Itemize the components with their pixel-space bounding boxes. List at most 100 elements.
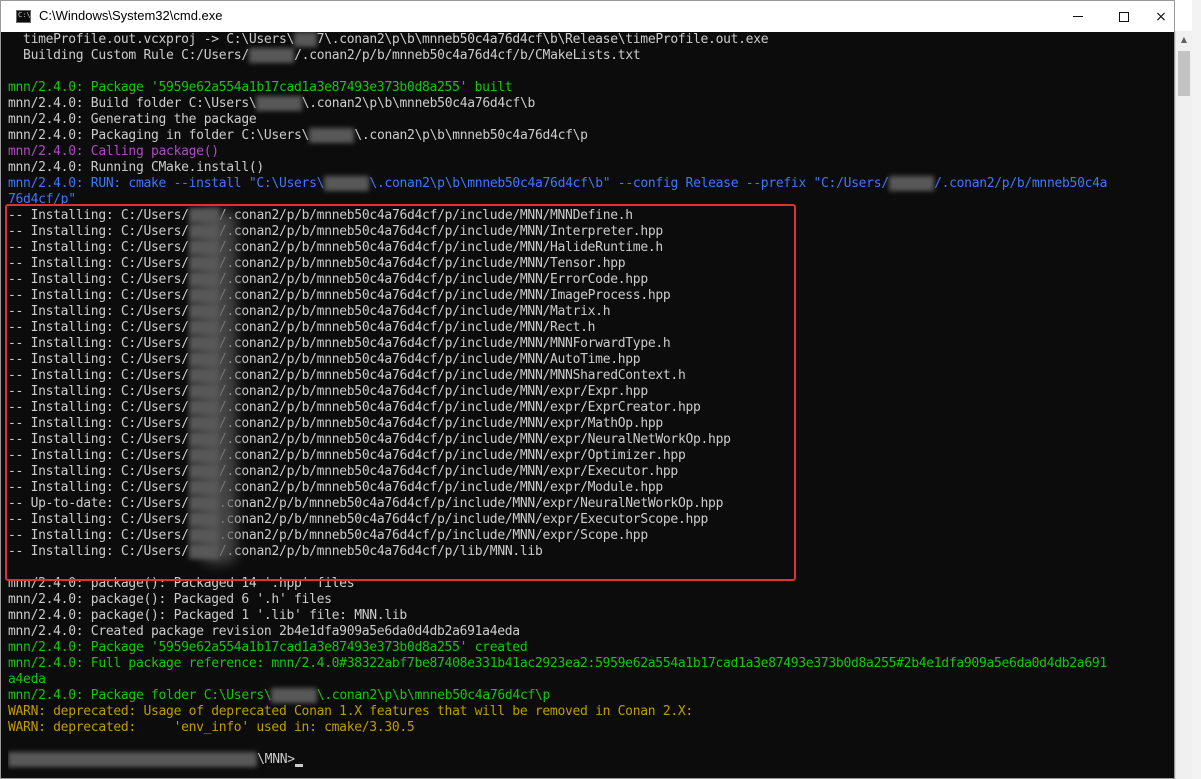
cmd-window: C:\ C:\Windows\System32\cmd.exe × timePr… xyxy=(0,0,1175,779)
console-text: .conan2/p/b/mnneb50c4a76d4cf/p/include/M… xyxy=(218,528,648,543)
console-line: -- Installing: C:/Users/ /.conan2/p/b/mnn… xyxy=(8,448,1174,464)
console-text: WARN: deprecated: Usage of deprecated Co… xyxy=(8,704,693,719)
console-text: -- Installing: C:/Users/ xyxy=(8,304,189,319)
console-text: /.conan2/p/b/mnneb50c4a76d4cf/p/include/… xyxy=(218,304,611,319)
console-text: /.conan2/p/b/mnneb50c4a76d4cf/p/include/… xyxy=(218,224,663,239)
scrollbar-thumb[interactable] xyxy=(1178,51,1190,96)
console-text: /.conan2/p/b/mnneb50c4a76d4cf/p/include/… xyxy=(218,416,663,431)
console-line: mnn/2.4.0: Generating the package xyxy=(8,112,1174,128)
console-line: -- Installing: C:/Users/ /.conan2/p/b/mnn… xyxy=(8,320,1174,336)
console-text: -- Up-to-date: C:/Users/ xyxy=(8,496,189,511)
console-text: \MNN> xyxy=(257,752,295,767)
console-text: mnn/2.4.0: Package '5959e62a554a1b17cad1… xyxy=(8,80,513,95)
console-text: /.conan2/p/b/mnneb50c4a76d4cf/p/include/… xyxy=(218,256,626,271)
console-text: \.conan2\p\b\mnneb50c4a76d4cf\b" --confi… xyxy=(369,176,889,191)
console-text: /.conan2/p/b/mnneb50c4a76d4cf/p/include/… xyxy=(218,336,671,351)
console-line: -- Installing: C:/Users/ /.conan2/p/b/mnn… xyxy=(8,480,1174,496)
console-text: -- Installing: C:/Users/ xyxy=(8,512,189,527)
redacted-text xyxy=(324,176,370,191)
console-text: WARN: deprecated: 'env_info' used in: cm… xyxy=(8,720,415,735)
console-text: -- Installing: C:/Users/ xyxy=(8,480,189,495)
console-line: mnn/2.4.0: package(): Packaged 1 '.lib' … xyxy=(8,608,1174,624)
console-line: -- Installing: C:/Users/ /.conan2/p/b/mnn… xyxy=(8,352,1174,368)
title-bar[interactable]: C:\ C:\Windows\System32\cmd.exe × xyxy=(1,1,1174,32)
console-line: Building Custom Rule C:/Users/ /.conan2/p… xyxy=(8,48,1174,64)
console-text: -- Installing: C:/Users/ xyxy=(8,224,189,239)
close-icon: × xyxy=(1155,8,1167,25)
console-text: /.conan2/p/b/mnneb50c4a76d4cf/p/include/… xyxy=(218,432,731,447)
console-line: timeProfile.out.vcxproj -> C:\Users\ 7\.c… xyxy=(8,32,1174,48)
console-text: /.conan2/p/b/mnneb50c4a76d4cf/p/include/… xyxy=(218,464,678,479)
console-line: -- Installing: C:/Users/ /.conan2/p/b/mnn… xyxy=(8,400,1174,416)
console-text: -- Installing: C:/Users/ xyxy=(8,256,189,271)
console-text: mnn/2.4.0: package(): Packaged 6 '.h' fi… xyxy=(8,592,332,607)
scroll-up-icon[interactable]: ▲ xyxy=(1176,31,1192,47)
console-line: -- Installing: C:/Users/ /.conan2/p/b/mnn… xyxy=(8,240,1174,256)
console-text: -- Installing: C:/Users/ xyxy=(8,320,189,335)
console-line: mnn/2.4.0: Calling package() xyxy=(8,144,1174,160)
console-line: mnn/2.4.0: RUN: cmake --install "C:\User… xyxy=(8,176,1174,192)
console-line: -- Installing: C:/Users/ /.conan2/p/b/mnn… xyxy=(8,304,1174,320)
console-text: -- Installing: C:/Users/ xyxy=(8,400,189,415)
console-line: -- Installing: C:/Users/ .conan2/p/b/mnne… xyxy=(8,528,1174,544)
console-text: mnn/2.4.0: Generating the package xyxy=(8,112,257,127)
console-text: /.conan2/p/b/mnneb50c4a76d4cf/p/include/… xyxy=(218,480,663,495)
console-text: \.conan2\p\b\mnneb50c4a76d4cf\p xyxy=(316,688,551,703)
console-line: -- Up-to-date: C:/Users/ .conan2/p/b/mnne… xyxy=(8,496,1174,512)
console-text: mnn/2.4.0: package(): Packaged 1 '.lib' … xyxy=(8,608,407,623)
console-text: -- Installing: C:/Users/ xyxy=(8,352,189,367)
console-line: -- Installing: C:/Users/ /.conan2/p/b/mnn… xyxy=(8,336,1174,352)
console-text: /.conan2/p/b/mnneb50c4a76d4cf/p/include/… xyxy=(218,384,648,399)
text-cursor xyxy=(294,764,303,767)
console-text: -- Installing: C:/Users/ xyxy=(8,416,189,431)
maximize-button[interactable] xyxy=(1101,1,1147,32)
console-text: /.conan2/p/b/mnneb50c4a76d4cf/p/include/… xyxy=(218,240,663,255)
console-text: -- Installing: C:/Users/ xyxy=(8,544,189,559)
console-line: mnn/2.4.0: Build folder C:\Users\ \.conan… xyxy=(8,96,1174,112)
redacted-text xyxy=(294,32,317,47)
console-line: WARN: deprecated: Usage of deprecated Co… xyxy=(8,704,1174,720)
console-text: mnn/2.4.0: Package folder C:\Users\ xyxy=(8,688,272,703)
maximize-icon xyxy=(1119,11,1129,22)
console-text: /.conan2/p/b/mnneb50c4a76d4cf/p/lib/MNN.… xyxy=(218,544,543,559)
console-line: 76d4cf/p" xyxy=(8,192,1174,208)
console-text: mnn/2.4.0: package(): Packaged 14 '.hpp'… xyxy=(8,576,355,591)
console-line: -- Installing: C:/Users/ /.conan2/p/b/mnn… xyxy=(8,544,1174,560)
console-line: -- Installing: C:/Users/ /.conan2/p/b/mnn… xyxy=(8,208,1174,224)
console-line: -- Installing: C:/Users/ /.conan2/p/b/mnn… xyxy=(8,464,1174,480)
console-line: mnn/2.4.0: package(): Packaged 6 '.h' fi… xyxy=(8,592,1174,608)
console-text: 7\.conan2\p\b\mnneb50c4a76d4cf\b\Release… xyxy=(316,32,769,47)
console-text: -- Installing: C:/Users/ xyxy=(8,368,189,383)
console-line: mnn/2.4.0: Packaging in folder C:\Users\… xyxy=(8,128,1174,144)
minimize-button[interactable] xyxy=(1055,1,1101,32)
redacted-text xyxy=(248,48,295,63)
cmd-app-icon: C:\ xyxy=(16,10,31,23)
redaction-blur xyxy=(200,211,236,563)
console-line: -- Installing: C:/Users/ /.conan2/p/b/mnn… xyxy=(8,416,1174,432)
redacted-text xyxy=(256,96,302,111)
console-text: /.conan2/p/b/mnneb50c4a76d4cf/p/include/… xyxy=(218,400,701,415)
console-line: mnn/2.4.0: Full package reference: mnn/2… xyxy=(8,656,1174,672)
console-text: timeProfile.out.vcxproj -> C:\Users\ xyxy=(8,32,295,47)
close-button[interactable]: × xyxy=(1146,1,1176,32)
console-text: mnn/2.4.0: Running CMake.install() xyxy=(8,160,264,175)
console-text: -- Installing: C:/Users/ xyxy=(8,208,189,223)
console-line: mnn/2.4.0: Package folder C:\Users\ \.con… xyxy=(8,688,1174,704)
console-line: -- Installing: C:/Users/ /.conan2/p/b/mnn… xyxy=(8,224,1174,240)
console-output[interactable]: timeProfile.out.vcxproj -> C:\Users\ 7\.c… xyxy=(8,32,1174,779)
console-line: -- Installing: C:/Users/ /.conan2/p/b/mnn… xyxy=(8,272,1174,288)
console-text: -- Installing: C:/Users/ xyxy=(8,240,189,255)
vertical-scrollbar[interactable]: ▲ xyxy=(1175,31,1192,779)
minimize-icon xyxy=(1073,16,1083,17)
redacted-text xyxy=(309,128,355,143)
console-text: .conan2/p/b/mnneb50c4a76d4cf/p/include/M… xyxy=(218,512,709,527)
console-text: \.conan2\p\b\mnneb50c4a76d4cf\p xyxy=(354,128,588,143)
console-text: Building Custom Rule C:/Users/ xyxy=(8,48,249,63)
console-line: \MNN> xyxy=(8,752,1174,768)
console-text: mnn/2.4.0: Packaging in folder C:\Users\ xyxy=(8,128,310,143)
console-text: -- Installing: C:/Users/ xyxy=(8,288,189,303)
console-line: a4eda xyxy=(8,672,1174,688)
console-text: /.conan2/p/b/mnneb50c4a76d4cf/p/include/… xyxy=(218,320,596,335)
